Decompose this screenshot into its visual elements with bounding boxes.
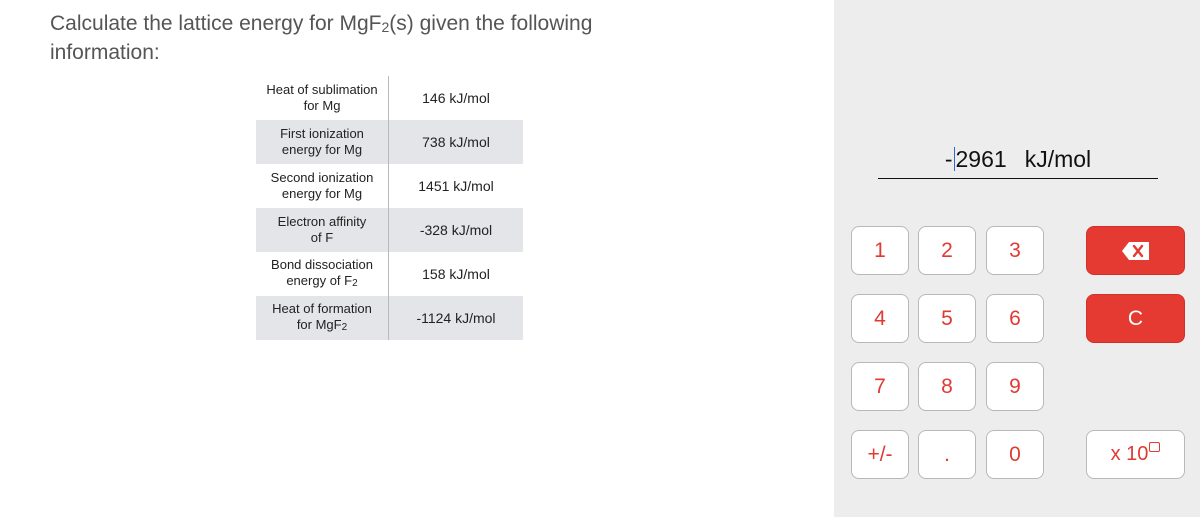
label-line-2: energy for Mg [281,142,363,157]
key-2[interactable]: 2 [918,226,976,275]
row-value: 146 kJ/mol [422,90,490,106]
scientific-notation-button[interactable]: x 10 [1086,430,1185,479]
table-row: Heat of formation for MgF2 -1124 kJ/mol [256,296,523,340]
row-label: Heat of sublimation for Mg [256,76,389,120]
sci-label: x 10 [1110,443,1149,465]
row-label: Second ionization energy for Mg [256,164,389,208]
label-subscript: 2 [341,321,348,333]
key-4[interactable]: 4 [851,294,909,343]
answer-sign: - [944,146,953,172]
label-line-1: Heat of formation [272,300,372,316]
row-label: Heat of formation for MgF2 [256,296,389,340]
label-line-2: of F [310,230,334,245]
backspace-icon [1121,231,1151,278]
key-0[interactable]: 0 [986,430,1044,479]
key-9[interactable]: 9 [986,362,1044,411]
row-value: -1124 kJ/mol [388,296,523,340]
question-prefix: Calculate the lattice energy for MgF [50,12,382,35]
key-3[interactable]: 3 [986,226,1044,275]
text-caret [953,147,955,171]
label-line-2: for Mg [303,98,341,113]
table-row: Heat of sublimation for Mg 146 kJ/mol [256,76,523,120]
label-line-1: Electron affinity [277,214,367,229]
table-row: Electron affinity of F -328 kJ/mol [256,208,523,252]
table-row: Bond dissociation energy of F2 158 kJ/mol [256,252,523,296]
row-value: 1451 kJ/mol [418,178,494,194]
label-subscript: 2 [352,277,358,289]
exponent-box-icon [1149,442,1161,452]
calculator-panel: -2961 kJ/mol 1 2 3 4 5 6 C 7 8 9 +/- . 0 … [834,0,1200,517]
table-row: Second ionization energy for Mg 1451 kJ/mo… [256,164,523,208]
key-5[interactable]: 5 [918,294,976,343]
question-text: Calculate the lattice energy for MgF2(s)… [50,11,650,66]
key-6[interactable]: 6 [986,294,1044,343]
data-table: Heat of sublimation for Mg 146 kJ/mol First… [256,76,523,340]
key-1[interactable]: 1 [851,226,909,275]
row-value: 738 kJ/mol [388,120,523,164]
sign-toggle-button[interactable]: +/- [851,430,909,479]
label-line-1: Heat of sublimation [266,82,378,97]
answer-unit: kJ/mol [1024,146,1092,172]
answer-field[interactable]: -2961 kJ/mol [878,140,1158,179]
row-value: -328 kJ/mol [388,208,523,252]
label-line-2: energy of F [286,272,353,288]
answer-value: 2961 [955,146,1007,172]
row-label: Electron affinity of F [256,208,389,252]
row-value: 158 kJ/mol [422,266,490,282]
table-row: First ionization energy for Mg 738 kJ/mol [256,120,523,164]
label-line-2: energy for Mg [281,186,363,201]
key-8[interactable]: 8 [918,362,976,411]
label-line-1: First ionization [280,126,364,141]
label-line-1: Second ionization [270,170,374,185]
decimal-button[interactable]: . [918,430,976,479]
backspace-button[interactable] [1086,226,1185,275]
row-label: First ionization energy for Mg [256,120,389,164]
label-line-2: for MgF [296,316,342,332]
row-label: Bond dissociation energy of F2 [256,252,389,296]
key-7[interactable]: 7 [851,362,909,411]
label-line-1: Bond dissociation [271,256,373,272]
clear-button[interactable]: C [1086,294,1185,343]
